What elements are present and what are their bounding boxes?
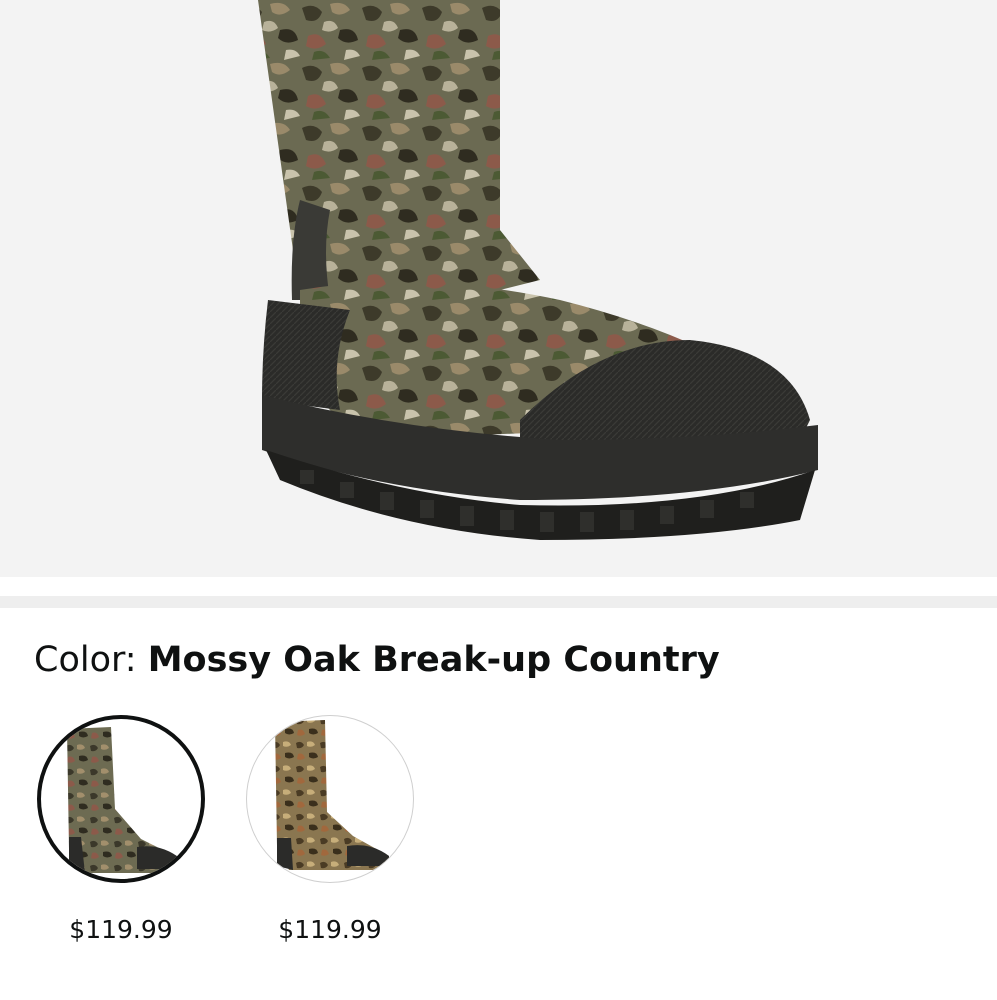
- camo-boot-thumbnail: [275, 720, 389, 870]
- camo-hunting-boot-image: [258, 0, 818, 540]
- product-image[interactable]: [0, 0, 997, 577]
- color-selector-heading: Color: Mossy Oak Break-up Country: [34, 640, 720, 680]
- camo-boot-thumbnail: [67, 727, 181, 873]
- selected-color-value: Mossy Oak Break-up Country: [147, 640, 720, 680]
- swatch-2-price: $119.99: [278, 915, 382, 944]
- color-label: Color:: [34, 640, 137, 680]
- color-swatch-2[interactable]: [246, 715, 414, 883]
- section-divider: [0, 596, 997, 608]
- color-swatch-1[interactable]: [37, 715, 205, 883]
- swatch-1-price: $119.99: [69, 915, 173, 944]
